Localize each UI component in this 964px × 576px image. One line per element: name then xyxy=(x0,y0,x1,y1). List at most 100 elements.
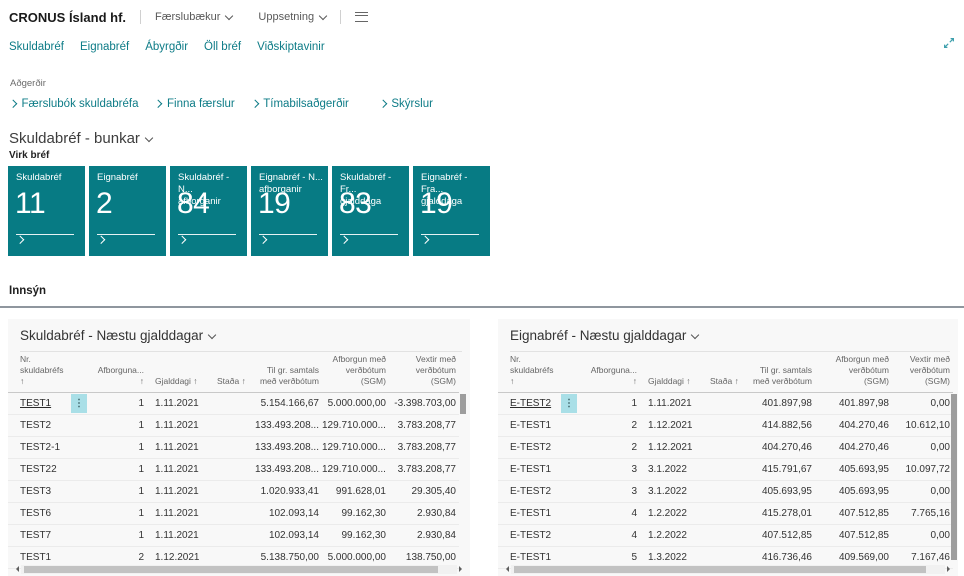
chevron-right-icon xyxy=(379,100,387,108)
cell: 1.11.2021 xyxy=(147,525,209,547)
cell: 407.512,85 xyxy=(815,503,892,525)
action-f-rslub-k-skuldabr-fa[interactable]: Færslubók skuldabréfa xyxy=(10,98,138,110)
cue-tile-eignabr-f-n-afborganir[interactable]: Eignabréf - N... afborganir19 xyxy=(251,166,328,256)
cell xyxy=(209,459,249,481)
column-header[interactable]: Gjalddagi ↑ xyxy=(640,354,702,393)
cell-bond-number: TEST6 xyxy=(8,503,66,525)
menu-uppsetning[interactable]: Uppsetning xyxy=(258,11,326,23)
cell: 5.154.166,67 xyxy=(249,393,322,415)
column-header[interactable]: Staða ↑ xyxy=(209,354,249,393)
row-menu-button[interactable]: ⋮ xyxy=(71,394,87,413)
cell-bond-number: E-TEST2 xyxy=(498,481,556,503)
chevron-right-icon xyxy=(178,235,186,243)
table-row[interactable]: TEST2-111.11.2021133.493.208...129.710.0… xyxy=(8,437,459,459)
nav-link-eignabr-f[interactable]: Eignabréf xyxy=(80,41,129,53)
actions-section: Aðgerðir Færslubók skuldabréfaFinna færs… xyxy=(0,78,964,110)
cue-tile-eignabr-f-fra-gjalddaga[interactable]: Eignabréf - Fra... gjalddaga19 xyxy=(413,166,490,256)
cue-tile-value: 83 xyxy=(339,187,371,221)
cell: 404.270,46 xyxy=(815,415,892,437)
separator xyxy=(140,10,141,24)
cell: 133.493.208... xyxy=(249,459,322,481)
tile-drilldown xyxy=(98,229,110,247)
cell: 404.270,46 xyxy=(815,437,892,459)
top-bar: CRONUS Ísland hf. Færslubækur Uppsetning xyxy=(0,0,964,28)
table-row[interactable]: TEST711.11.2021102.093,1499.162,302.930,… xyxy=(8,525,459,547)
cell xyxy=(702,503,742,525)
bond-number-link[interactable]: TEST1 xyxy=(20,398,51,409)
action-t-mabilsa-ger-ir[interactable]: Tímabilsaðgerðir xyxy=(252,98,349,110)
table-row[interactable]: E-TEST241.2.2022407.512,85407.512,850,00 xyxy=(498,525,953,547)
nav-link-ll-br-f[interactable]: Öll bréf xyxy=(204,41,241,53)
card-title[interactable]: Eignabréf - Næstu gjalddagar xyxy=(498,319,958,343)
column-header[interactable]: Til gr. samtals með verðbótum xyxy=(249,354,322,393)
cell: 1 xyxy=(92,393,147,415)
cell: 3 xyxy=(582,459,640,481)
expand-icon[interactable] xyxy=(942,36,956,53)
table-row[interactable]: TEST211.11.2021133.493.208...129.710.000… xyxy=(8,415,459,437)
column-header[interactable]: Afborgun með verðbótum (SGM) xyxy=(322,354,389,393)
cell: 3.1.2022 xyxy=(640,459,702,481)
cell: 10.097,72 xyxy=(892,459,953,481)
cell: 1 xyxy=(92,503,147,525)
cell xyxy=(702,437,742,459)
nav-link-vi-skiptavinir[interactable]: Viðskiptavinir xyxy=(257,41,325,53)
chevron-right-icon xyxy=(259,235,267,243)
card-title-divider xyxy=(20,351,462,352)
scrollbar-track[interactable] xyxy=(511,565,945,574)
nav-link-skuldabr-f[interactable]: Skuldabréf xyxy=(9,41,64,53)
cue-tile-eignabr-f[interactable]: Eignabréf2 xyxy=(89,166,166,256)
horizontal-scrollbar[interactable] xyxy=(13,564,465,574)
cell: 1.11.2021 xyxy=(147,393,209,415)
cell-row-menu: ⋮ xyxy=(556,393,582,415)
column-header[interactable]: Vextir með verðbótum (SGM) xyxy=(389,354,459,393)
row-menu-button[interactable]: ⋮ xyxy=(561,394,577,413)
cell: 407.512,85 xyxy=(742,525,815,547)
cue-group-title[interactable]: Skuldabréf - bunkar xyxy=(9,130,964,147)
cell: 415.278,01 xyxy=(742,503,815,525)
vertical-scrollbar[interactable] xyxy=(460,394,466,414)
cue-tile-skuldabr-f-n-afborganir[interactable]: Skuldabréf - N... afborganir84 xyxy=(170,166,247,256)
column-header[interactable]: Afborguna... ↑ xyxy=(582,354,640,393)
cell: 1.11.2021 xyxy=(147,437,209,459)
vertical-scrollbar[interactable] xyxy=(951,394,957,560)
action-label: Skýrslur xyxy=(391,98,433,110)
nav-link-byrg-ir[interactable]: Ábyrgðir xyxy=(145,41,188,53)
menu-label: Uppsetning xyxy=(258,11,314,23)
action-sk-rslur[interactable]: Skýrslur xyxy=(380,98,433,110)
table-row[interactable]: TEST611.11.2021102.093,1499.162,302.930,… xyxy=(8,503,459,525)
cell: 991.628,01 xyxy=(322,481,389,503)
table-row[interactable]: E-TEST133.1.2022415.791,67405.693,9510.0… xyxy=(498,459,953,481)
cue-tile-value: 19 xyxy=(420,187,452,221)
scrollbar-track[interactable] xyxy=(21,565,457,574)
horizontal-scrollbar[interactable] xyxy=(503,564,953,574)
action-finna-f-rslur[interactable]: Finna færslur xyxy=(155,98,234,110)
column-header[interactable]: Nr. skuldabréfs ↑ xyxy=(8,354,66,393)
column-header[interactable]: Afborguna... ↑ xyxy=(92,354,147,393)
table-row[interactable]: E-TEST221.12.2021404.270,46404.270,460,0… xyxy=(498,437,953,459)
table-row[interactable]: E-TEST141.2.2022415.278,01407.512,857.76… xyxy=(498,503,953,525)
cell xyxy=(209,503,249,525)
cell: 2 xyxy=(582,415,640,437)
bond-number-link[interactable]: E-TEST2 xyxy=(510,398,551,409)
column-header[interactable]: Gjalddagi ↑ xyxy=(147,354,209,393)
hamburger-menu-icon[interactable] xyxy=(355,12,368,22)
company-name[interactable]: CRONUS Ísland hf. xyxy=(9,10,126,25)
table-row[interactable]: E-TEST121.12.2021414.882,56404.270,4610.… xyxy=(498,415,953,437)
column-header[interactable]: Nr. skuldabréfs ↑ xyxy=(498,354,556,393)
cell xyxy=(209,393,249,415)
column-header[interactable]: Staða ↑ xyxy=(702,354,742,393)
column-header[interactable]: Afborgun með verðbótum (SGM) xyxy=(815,354,892,393)
cue-tile-skuldabr-f[interactable]: Skuldabréf11 xyxy=(8,166,85,256)
table-row[interactable]: TEST2211.11.2021133.493.208...129.710.00… xyxy=(8,459,459,481)
table-row[interactable]: E-TEST233.1.2022405.693,95405.693,950,00 xyxy=(498,481,953,503)
table-row[interactable]: E-TEST2⋮11.11.2021401.897,98401.897,980,… xyxy=(498,393,953,415)
cell-row-menu xyxy=(66,459,92,481)
menu-f-rslub-kur[interactable]: Færslubækur xyxy=(155,11,232,23)
column-header[interactable]: Vextir með verðbótum (SGM) xyxy=(892,354,953,393)
card-title[interactable]: Skuldabréf - Næstu gjalddagar xyxy=(8,319,470,343)
column-header[interactable]: Til gr. samtals með verðbótum xyxy=(742,354,815,393)
table-row[interactable]: TEST1⋮11.11.20215.154.166,675.000.000,00… xyxy=(8,393,459,415)
cue-tile-skuldabr-f-fr-gjalddaga[interactable]: Skuldabréf - Fr... gjalddaga83 xyxy=(332,166,409,256)
table-row[interactable]: TEST311.11.20211.020.933,41991.628,0129.… xyxy=(8,481,459,503)
insights-title: Innsýn xyxy=(9,285,964,297)
